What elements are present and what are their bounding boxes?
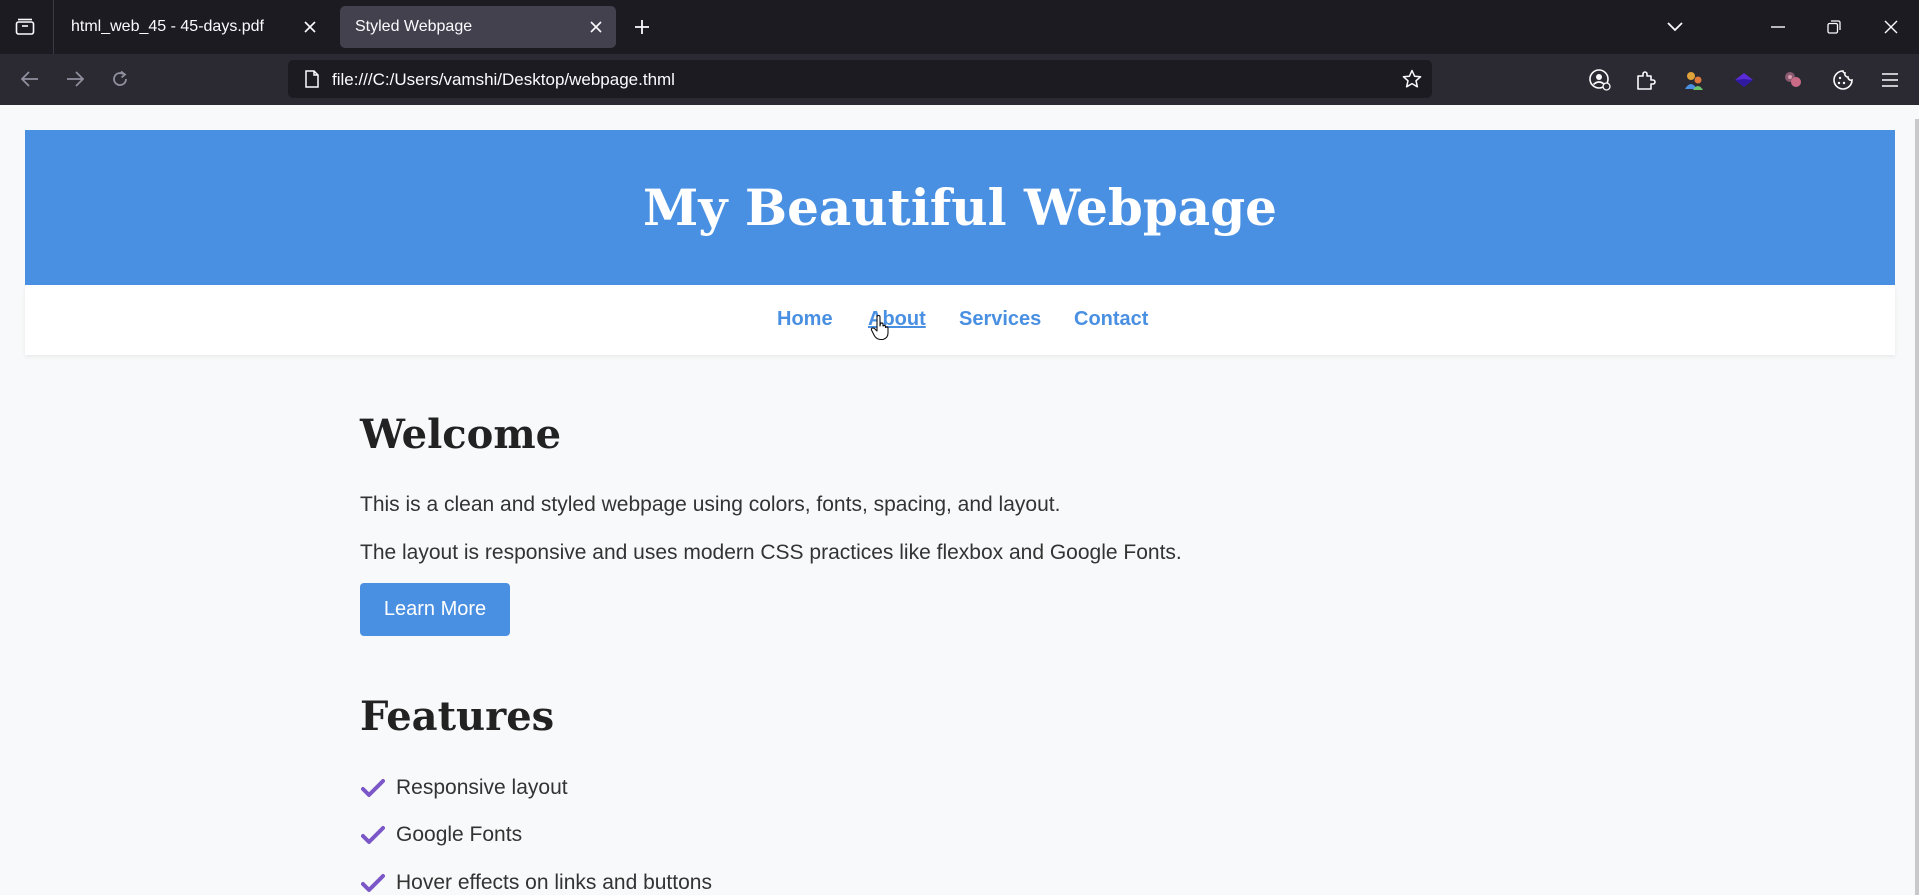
star-icon <box>1402 69 1422 88</box>
forward-arrow-icon <box>67 71 84 87</box>
reload-button[interactable] <box>104 63 136 95</box>
cookie-icon <box>1833 70 1853 90</box>
nav-toolbar: file:///C:/Users/vamshi/Desktop/webpage.… <box>0 54 1919 105</box>
feature-text: Hover effects on links and buttons <box>396 871 712 894</box>
puzzle-icon <box>1637 71 1656 90</box>
forward-button[interactable] <box>59 63 91 95</box>
checkmark-icon <box>360 870 386 895</box>
back-arrow-icon <box>21 71 38 87</box>
extensions-button[interactable] <box>1632 66 1660 94</box>
page-viewport: My Beautiful Webpage Home About Services… <box>0 105 1919 895</box>
address-bar[interactable]: file:///C:/Users/vamshi/Desktop/webpage.… <box>288 60 1432 98</box>
menu-button[interactable] <box>1876 66 1904 94</box>
account-button[interactable] <box>1586 66 1614 94</box>
tab-bar: html_web_45 - 45-days.pdf Styled Webpage <box>0 0 1919 54</box>
page-scrollbar[interactable] <box>1915 119 1919 895</box>
feature-item: Hover effects on links and buttons <box>360 868 712 895</box>
plus-icon <box>635 20 649 34</box>
minimize-icon <box>1771 26 1785 28</box>
layers-icon <box>1735 73 1753 87</box>
tab-pdf[interactable]: html_web_45 - 45-days.pdf <box>56 6 330 48</box>
learn-more-button[interactable]: Learn More <box>360 583 510 636</box>
tab-separator <box>53 0 54 54</box>
close-tab-button[interactable] <box>586 17 606 37</box>
site-nav: Home About Services Contact <box>25 285 1895 355</box>
dots-extension-icon <box>1785 72 1801 87</box>
welcome-paragraph-1: This is a clean and styled webpage using… <box>360 493 1061 516</box>
close-icon <box>1884 20 1898 34</box>
extension-user-button[interactable] <box>1680 66 1708 94</box>
checkmark-icon <box>360 775 386 801</box>
new-tab-button[interactable] <box>627 13 657 41</box>
site-header: My Beautiful Webpage <box>25 130 1895 285</box>
welcome-paragraph-2: The layout is responsive and uses modern… <box>360 541 1182 564</box>
checkmark-icon <box>360 822 386 848</box>
tab-styled-webpage[interactable]: Styled Webpage <box>340 6 616 48</box>
extension-dots-button[interactable] <box>1779 66 1807 94</box>
hamburger-menu-icon <box>1882 73 1898 87</box>
site-title: My Beautiful Webpage <box>643 178 1277 237</box>
nav-link-contact[interactable]: Contact <box>1074 308 1148 331</box>
firefox-view-button[interactable] <box>10 13 40 41</box>
reload-icon <box>113 70 127 86</box>
close-window-button[interactable] <box>1876 12 1906 42</box>
user-extension-icon <box>1685 72 1703 90</box>
features-heading: Features <box>360 693 555 740</box>
feature-text: Google Fonts <box>396 823 523 846</box>
extension-layers-button[interactable] <box>1730 66 1758 94</box>
cookie-extension-button[interactable] <box>1829 66 1857 94</box>
url-text[interactable]: file:///C:/Users/vamshi/Desktop/webpage.… <box>332 70 675 90</box>
restore-button[interactable] <box>1819 12 1849 42</box>
bookmark-star-button[interactable] <box>1400 67 1424 91</box>
tab-title: Styled Webpage <box>355 18 473 35</box>
list-all-tabs-button[interactable] <box>1660 12 1690 42</box>
feature-text: Responsive layout <box>396 776 568 799</box>
close-tab-button[interactable] <box>300 17 320 37</box>
hand-cursor-icon <box>870 315 889 341</box>
page-icon <box>302 69 322 89</box>
welcome-heading: Welcome <box>360 411 562 458</box>
nav-link-services[interactable]: Services <box>959 308 1041 331</box>
tab-title: html_web_45 - 45-days.pdf <box>71 18 264 35</box>
feature-item: Google Fonts <box>360 820 522 850</box>
restore-icon <box>1827 20 1841 34</box>
close-icon <box>590 21 602 33</box>
minimize-button[interactable] <box>1763 12 1793 42</box>
feature-item: Responsive layout <box>360 773 568 803</box>
back-button[interactable] <box>14 63 46 95</box>
firefox-view-icon <box>15 18 35 35</box>
document-icon <box>305 70 319 88</box>
account-icon <box>1589 69 1611 91</box>
nav-link-home[interactable]: Home <box>777 308 833 331</box>
close-icon <box>304 21 316 33</box>
chevron-down-icon <box>1667 22 1683 32</box>
